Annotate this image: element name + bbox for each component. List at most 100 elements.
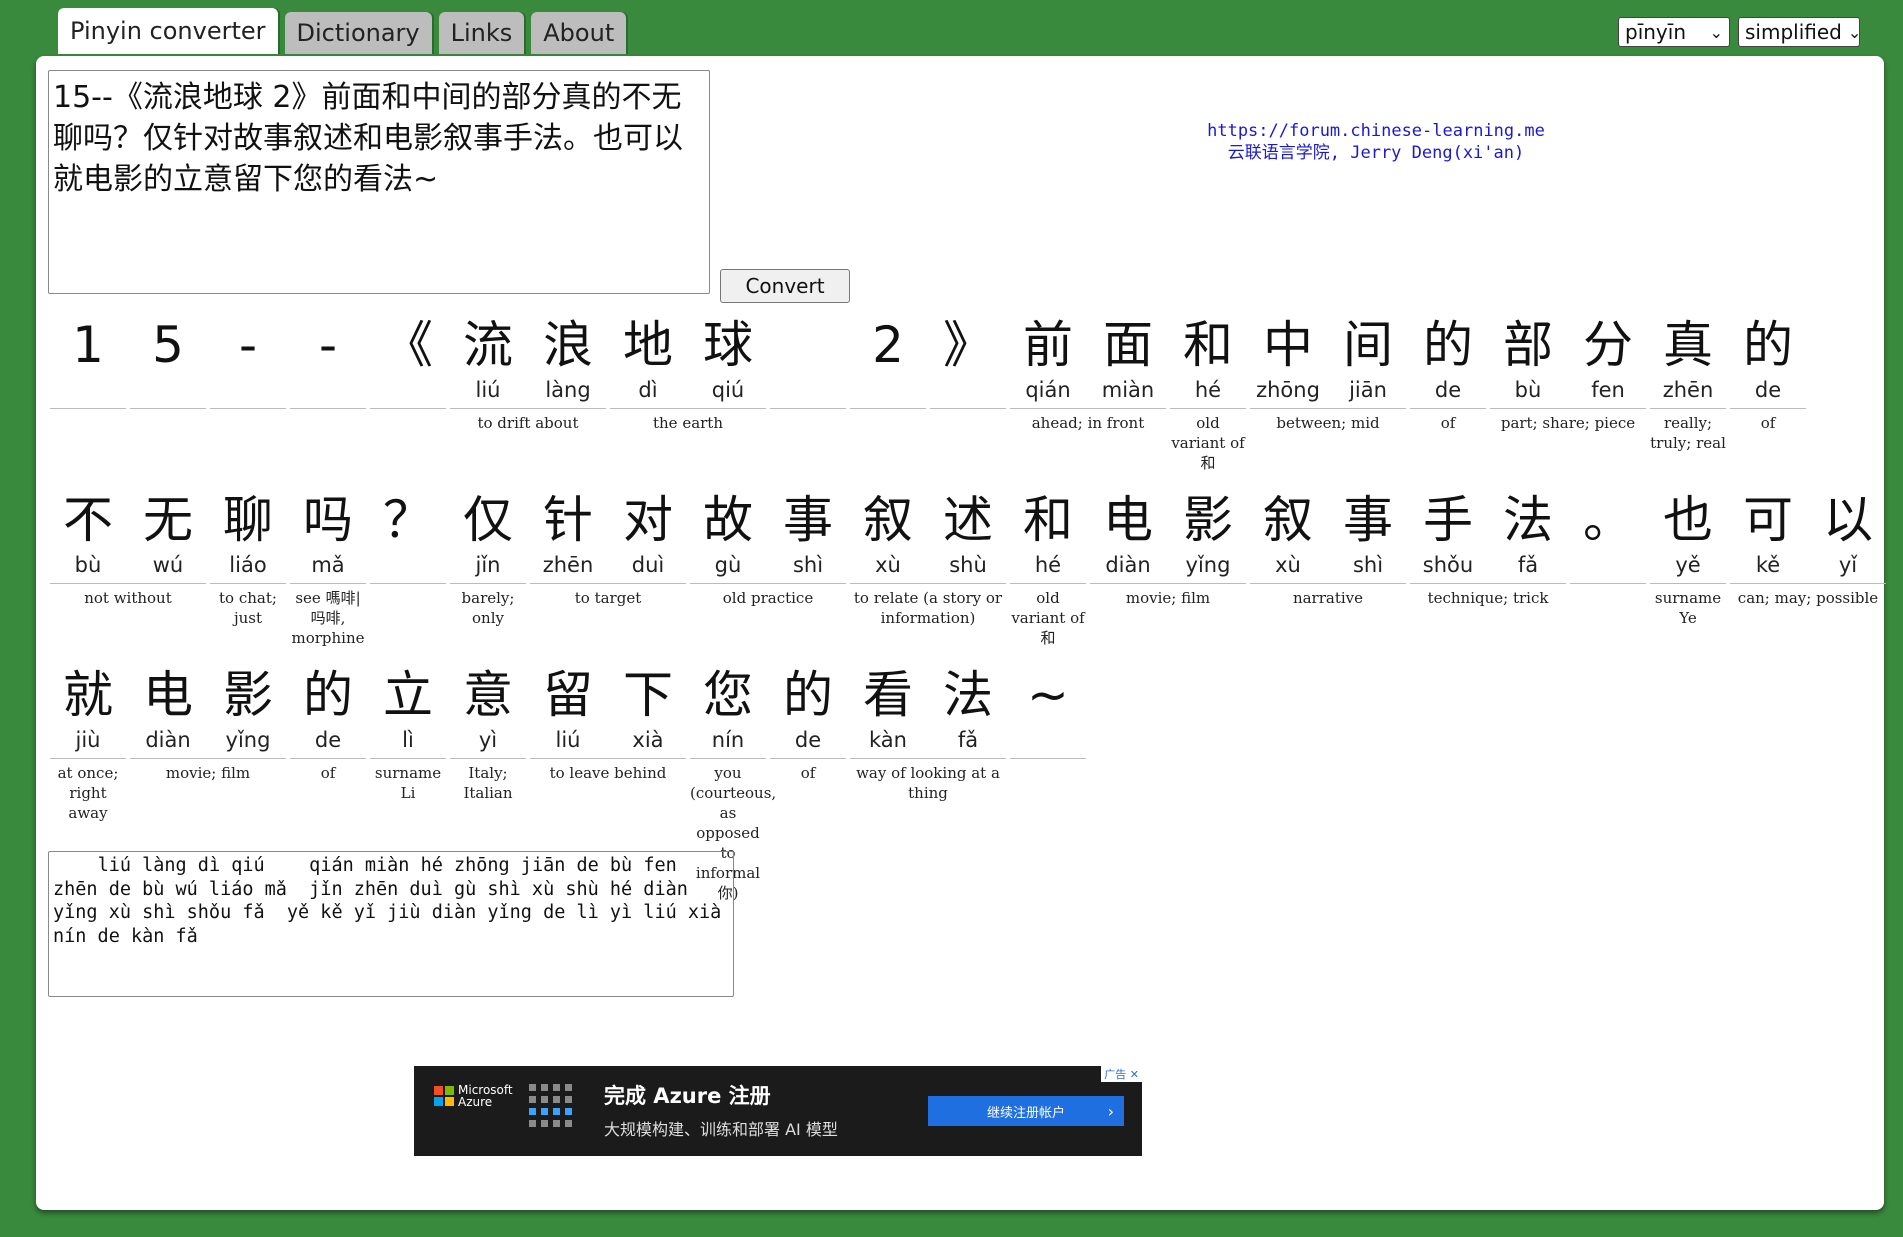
character-column: 针 zhēn xyxy=(528,489,608,583)
ad-tag[interactable]: 广告 ✕ xyxy=(1101,1066,1142,1082)
hanzi: 可 xyxy=(1743,491,1793,549)
pinyin: gù xyxy=(714,553,742,577)
word-characters: 和 hé xyxy=(1008,489,1088,583)
word-block[interactable]: 中 zhōng 间 jiān between; mid xyxy=(1248,314,1408,473)
hanzi: 吗 xyxy=(303,491,353,549)
word-block[interactable]: - xyxy=(208,314,288,473)
ad-banner[interactable]: Microsoft Azure 完成 Azure 注册 大规模构建、训练和部署 … xyxy=(414,1066,1142,1156)
word-block[interactable]: ？ xyxy=(368,489,448,648)
hanzi: 面 xyxy=(1103,316,1153,374)
hanzi: 地 xyxy=(623,316,673,374)
word-block[interactable]: 》 xyxy=(928,314,1008,473)
hanzi: 球 xyxy=(703,316,753,374)
pinyin: diàn xyxy=(1105,553,1151,577)
forum-link[interactable]: https://forum.chinese-learning.me xyxy=(1186,120,1566,142)
character-column: 聊 liáo xyxy=(208,489,288,583)
hanzi: 1 xyxy=(72,316,104,374)
character-column: - xyxy=(288,314,368,408)
gloss xyxy=(50,408,126,413)
pinyin xyxy=(368,551,448,583)
hanzi: 叙 xyxy=(1263,491,1313,549)
hanzi: 法 xyxy=(943,666,993,724)
hanzi: 下 xyxy=(623,666,673,724)
word-characters: 真 zhēn xyxy=(1648,314,1728,408)
word-block[interactable]: 1 xyxy=(48,314,128,473)
tab-dictionary[interactable]: Dictionary xyxy=(284,12,432,54)
ad-cta-button[interactable]: 继续注册帐户 › xyxy=(928,1096,1124,1126)
word-characters: 的 de xyxy=(768,664,848,758)
pinyin xyxy=(928,376,1008,408)
word-characters: 。 xyxy=(1568,489,1648,583)
word-characters: 立 lì xyxy=(368,664,448,758)
word-block[interactable]: 地 dì 球 qiú the earth xyxy=(608,314,768,473)
word-block[interactable]: 故 gù 事 shì old practice xyxy=(688,489,848,648)
word-block[interactable]: 仅 jǐn barely; only xyxy=(448,489,528,648)
word-block[interactable]: 电 diàn 影 yǐng movie; film xyxy=(1088,489,1248,648)
tab-bar: Pinyin converter Dictionary Links About xyxy=(58,8,627,54)
pinyin: hé xyxy=(1194,378,1222,402)
gloss: not without xyxy=(50,583,206,608)
word-block[interactable]: 和 hé old variant of 和 xyxy=(1008,489,1088,648)
word-block[interactable]: 针 zhēn 对 duì to target xyxy=(528,489,688,648)
word-block[interactable]: 的 de of xyxy=(768,664,848,903)
pinyin xyxy=(848,376,928,408)
word-block[interactable]: 聊 liáo to chat; just xyxy=(208,489,288,648)
word-characters: 2 xyxy=(848,314,928,408)
word-block[interactable]: 的 de of xyxy=(1728,314,1808,473)
convert-button[interactable]: Convert xyxy=(720,269,850,303)
tab-pinyin-converter[interactable]: Pinyin converter xyxy=(58,8,278,54)
word-block[interactable]: 。 xyxy=(1568,489,1648,648)
pinyin xyxy=(1008,726,1088,758)
pinyin: fǎ xyxy=(1517,553,1539,577)
gloss: to leave behind xyxy=(530,758,686,783)
tab-links[interactable]: Links xyxy=(438,12,525,54)
character-column: 5 xyxy=(128,314,208,408)
ad-headline: 完成 Azure 注册 xyxy=(604,1084,771,1108)
character-column: 部 bù xyxy=(1488,314,1568,408)
word-block[interactable]: 5 xyxy=(128,314,208,473)
word-block[interactable]: 手 shǒu 法 fǎ technique; trick xyxy=(1408,489,1568,648)
word-block[interactable]: 流 liú 浪 làng to drift about xyxy=(448,314,608,473)
script-select[interactable]: simplified ⌄ xyxy=(1738,17,1862,47)
word-block[interactable]: 可 kě 以 yǐ can; may; possible xyxy=(1728,489,1888,648)
word-block[interactable]: ~ xyxy=(1008,664,1088,903)
word-block[interactable]: 部 bù 分 fen part; share; piece xyxy=(1488,314,1648,473)
ad-cta-label: 继续注册帐户 xyxy=(986,1105,1065,1121)
word-block[interactable]: 前 qián 面 miàn ahead; in front xyxy=(1008,314,1168,473)
pinyin: qiú xyxy=(711,378,745,402)
word-block[interactable]: 吗 mǎ see 嗎啡|吗啡, morphine xyxy=(288,489,368,648)
character-column: 叙 xù xyxy=(1248,489,1328,583)
pinyin: yì xyxy=(478,728,498,752)
pinyin: de xyxy=(1754,378,1782,402)
word-block[interactable]: 叙 xù 事 shì narrative xyxy=(1248,489,1408,648)
word-block[interactable]: 也 yě surname Ye xyxy=(1648,489,1728,648)
tab-about[interactable]: About xyxy=(531,12,627,54)
word-block[interactable]: 的 de of xyxy=(1408,314,1488,473)
hanzi: 5 xyxy=(152,316,184,374)
hanzi: 事 xyxy=(1343,491,1393,549)
word-block[interactable]: 和 hé old variant of 和 xyxy=(1168,314,1248,473)
hanzi: 电 xyxy=(1103,491,1153,549)
word-block[interactable] xyxy=(768,314,848,473)
hanzi: 看 xyxy=(863,666,913,724)
character-column: 对 duì xyxy=(608,489,688,583)
pinyin: dì xyxy=(638,378,658,402)
word-block[interactable]: 不 bù 无 wú not without xyxy=(48,489,208,648)
word-block[interactable]: 《 xyxy=(368,314,448,473)
word-characters: 电 diàn 影 yǐng xyxy=(128,664,288,758)
tone-mark-select[interactable]: pīnyīn ⌄ xyxy=(1618,17,1730,47)
gloss: movie; film xyxy=(1090,583,1246,608)
word-block[interactable]: 2 xyxy=(848,314,928,473)
word-characters: 电 diàn 影 yǐng xyxy=(1088,489,1248,583)
converter-panel: 15--《流浪地球 2》前面和中间的部分真的不无聊吗？仅针对故事叙述和电影叙事手… xyxy=(36,56,1886,1210)
gloss xyxy=(930,408,1006,413)
chinese-text-input[interactable]: 15--《流浪地球 2》前面和中间的部分真的不无聊吗？仅针对故事叙述和电影叙事手… xyxy=(48,70,710,294)
word-block[interactable]: 叙 xù 述 shù to relate (a story or information… xyxy=(848,489,1008,648)
word-block[interactable]: 真 zhēn really; truly; real xyxy=(1648,314,1728,473)
chevron-down-icon: ⌄ xyxy=(1847,22,1862,42)
character-column: ~ xyxy=(1008,664,1088,758)
pinyin-output[interactable]: liú làng dì qiú qián miàn hé zhōng jiān … xyxy=(48,851,734,997)
pinyin: liú xyxy=(475,378,501,402)
word-block[interactable]: 看 kàn 法 fǎ way of looking at a thing xyxy=(848,664,1008,903)
word-block[interactable]: - xyxy=(288,314,368,473)
